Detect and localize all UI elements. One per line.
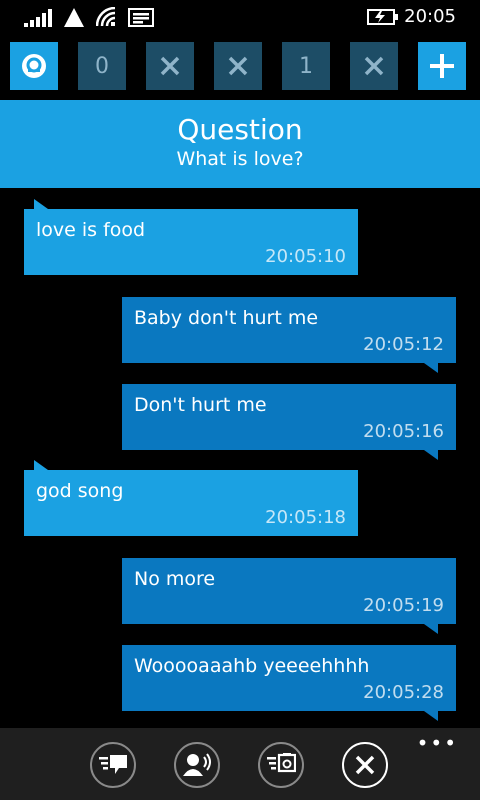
battery-charging-icon <box>367 9 398 25</box>
message-text: Wooooaaahb yeeeehhhh <box>134 655 370 677</box>
message-text: love is food <box>36 219 146 241</box>
tab-close-1[interactable] <box>146 42 194 90</box>
message-text: Baby don't hurt me <box>134 307 319 329</box>
tab-close-2[interactable] <box>214 42 262 90</box>
message-time: 20:05:28 <box>363 682 444 703</box>
data-icon <box>64 8 84 27</box>
message-time: 20:05:12 <box>363 334 444 355</box>
tab-close-3[interactable] <box>350 42 398 90</box>
close-button[interactable] <box>342 742 388 788</box>
message-text: god song <box>36 480 124 502</box>
message-bubble-sent[interactable]: Wooooaaahb yeeeehhhh 20:05:28 <box>122 645 456 721</box>
message-text: Don't hurt me <box>134 394 267 416</box>
question-header: Question What is love? <box>0 100 480 188</box>
message-bubble-received[interactable]: love is food 20:05:10 <box>24 199 358 275</box>
close-icon <box>355 755 375 775</box>
close-icon <box>364 56 384 76</box>
message-bubble-sent[interactable]: No more 20:05:19 <box>122 558 456 634</box>
message-time: 20:05:19 <box>363 595 444 616</box>
status-time: 20:05 <box>404 6 456 27</box>
reply-icon <box>99 755 127 774</box>
more-menu-button[interactable]: ••• <box>417 733 458 753</box>
message-icon <box>128 8 154 27</box>
voice-icon <box>183 753 211 776</box>
signal-icon <box>24 9 52 27</box>
status-bar: 20:05 <box>0 0 480 34</box>
tab-count-1[interactable]: 1 <box>282 42 330 90</box>
message-bubble-received[interactable]: god song 20:05:18 <box>24 460 358 536</box>
message-time: 20:05:10 <box>265 246 346 267</box>
tab-count-label: 1 <box>299 53 313 79</box>
image-icon <box>267 753 296 773</box>
logo-icon <box>22 54 46 78</box>
question-text: What is love? <box>176 148 304 170</box>
add-tab-button[interactable] <box>418 42 466 90</box>
message-time: 20:05:18 <box>265 507 346 528</box>
message-time: 20:05:16 <box>363 421 444 442</box>
image-button[interactable] <box>258 742 304 788</box>
voice-button[interactable] <box>174 742 220 788</box>
reply-button[interactable] <box>90 742 136 788</box>
question-title: Question <box>177 113 303 146</box>
tab-count-0[interactable]: 0 <box>78 42 126 90</box>
tab-row: 0 1 <box>0 42 480 90</box>
tab-app[interactable] <box>10 42 58 90</box>
close-icon <box>228 56 248 76</box>
app-bar: ••• <box>0 728 480 800</box>
message-bubble-sent[interactable]: Baby don't hurt me 20:05:12 <box>122 297 456 373</box>
close-icon <box>160 56 180 76</box>
message-text: No more <box>134 568 216 590</box>
tab-count-label: 0 <box>95 53 109 79</box>
message-bubble-sent[interactable]: Don't hurt me 20:05:16 <box>122 384 456 460</box>
wifi-icon <box>96 7 116 27</box>
plus-icon <box>430 54 454 78</box>
